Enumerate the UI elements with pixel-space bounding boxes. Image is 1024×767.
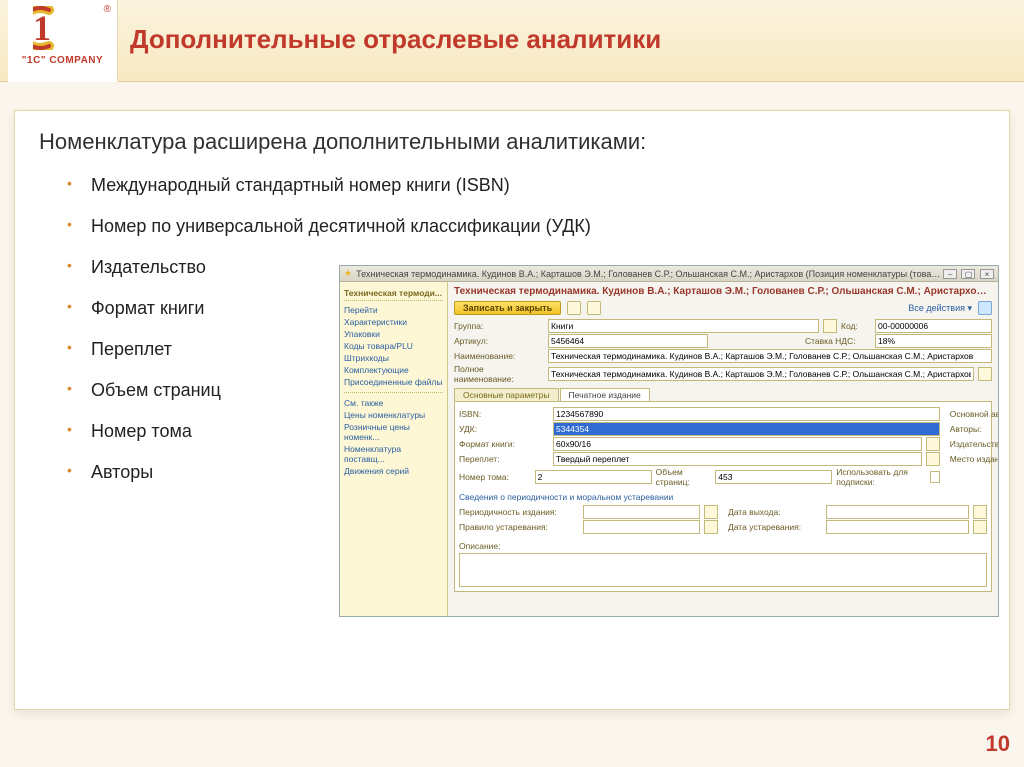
sidebar-item[interactable]: Комплектующие xyxy=(344,364,443,376)
picker-icon[interactable] xyxy=(704,520,718,534)
sidebar-item[interactable]: Номенклатура поставщ... xyxy=(344,443,443,465)
label-place: Место издания: xyxy=(950,454,998,464)
udk-field[interactable] xyxy=(553,422,940,436)
logo-caption: "1C" COMPANY xyxy=(8,55,117,66)
app-sidebar: Техническая термоди... Перейти Характери… xyxy=(340,282,448,616)
intro-text: Номенклатура расширена дополнительными а… xyxy=(39,129,985,155)
label-name: Наименование: xyxy=(454,351,544,361)
sidebar-item[interactable]: Движения серий xyxy=(344,465,443,477)
window-title: Техническая термодинамика. Кудинов В.А.;… xyxy=(356,269,941,279)
group-obsolescence: Сведения о периодичности и моральном уст… xyxy=(459,492,987,502)
tab-main-params[interactable]: Основные параметры xyxy=(454,388,559,401)
window-max-icon[interactable]: ▢ xyxy=(961,269,975,279)
window-close-icon[interactable]: × xyxy=(980,269,994,279)
obsdate-field[interactable] xyxy=(826,520,969,534)
label-author: Основной автор: xyxy=(950,409,998,419)
picker-icon[interactable] xyxy=(978,367,992,381)
calendar-icon[interactable] xyxy=(973,520,987,534)
window-titlebar[interactable]: ★ Техническая термодинамика. Кудинов В.А… xyxy=(340,266,998,282)
save-icon[interactable] xyxy=(567,301,581,315)
label-desc: Описание: xyxy=(459,541,549,551)
calendar-icon[interactable] xyxy=(973,505,987,519)
sidebar-item[interactable]: См. также xyxy=(344,397,443,409)
obsrule-field[interactable] xyxy=(583,520,700,534)
period-field[interactable] xyxy=(583,505,700,519)
picker-icon[interactable] xyxy=(926,437,940,451)
format-field[interactable] xyxy=(553,437,922,451)
pages-field[interactable] xyxy=(715,470,832,484)
bullet-item: Международный стандартный номер книги (I… xyxy=(91,165,985,206)
toolbar: Записать и закрыть Все действия ▾ xyxy=(454,301,992,315)
label-vat: Ставка НДС: xyxy=(805,336,871,346)
subscribe-checkbox[interactable] xyxy=(930,471,940,483)
registered-icon: ® xyxy=(104,4,111,15)
label-sub: Использовать для подписки: xyxy=(836,467,925,487)
slide-header: ® 1 "1C" COMPANY Дополнительные отраслев… xyxy=(0,0,1024,82)
vat-field[interactable] xyxy=(875,334,992,348)
label-obsrule: Правило устаревания: xyxy=(459,522,579,532)
tab-print-edition[interactable]: Печатное издание xyxy=(560,388,650,401)
picker-icon[interactable] xyxy=(704,505,718,519)
name-field[interactable] xyxy=(548,349,992,363)
releasedate-field[interactable] xyxy=(826,505,969,519)
sidebar-item[interactable]: Присоединенные файлы xyxy=(344,376,443,388)
tabs: Основные параметры Печатное издание xyxy=(454,388,992,401)
label-authors: Авторы: xyxy=(950,424,998,434)
label-period: Периодичность издания: xyxy=(459,507,579,517)
sidebar-head: Техническая термоди... xyxy=(344,286,443,301)
window-controls: ‒ ▢ × xyxy=(941,269,994,279)
bind-field[interactable] xyxy=(553,452,922,466)
sidebar-item[interactable]: Коды товара/PLU xyxy=(344,340,443,352)
label-fullname: Полное наименование: xyxy=(454,364,544,384)
page-number: 10 xyxy=(986,731,1010,757)
sidebar-item[interactable]: Перейти xyxy=(344,304,443,316)
label-volno: Номер тома: xyxy=(459,472,531,482)
label-bind: Переплет: xyxy=(459,454,549,464)
app-main: Техническая термодинамика. Кудинов В.А.;… xyxy=(448,282,998,616)
volno-field[interactable] xyxy=(535,470,652,484)
save-close-button[interactable]: Записать и закрыть xyxy=(454,301,561,315)
window-min-icon[interactable]: ‒ xyxy=(943,269,957,279)
sidebar-item[interactable]: Розничные цены номенк... xyxy=(344,421,443,443)
label-code: Код: xyxy=(841,321,871,331)
label-publisher: Издательство: xyxy=(950,439,998,449)
tab-body: ISBN: УДК: Формат книги: Переплет: Номер… xyxy=(454,401,992,592)
picker-icon[interactable] xyxy=(823,319,837,333)
label-releasedate: Дата выхода: xyxy=(728,507,822,517)
window-star-icon[interactable]: ★ xyxy=(344,268,352,279)
label-udk: УДК: xyxy=(459,424,549,434)
label-sku: Артикул: xyxy=(454,336,544,346)
label-obsdate: Дата устаревания: xyxy=(728,522,822,532)
label-format: Формат книги: xyxy=(459,439,549,449)
sidebar-item[interactable]: Характеристики xyxy=(344,316,443,328)
logo: ® 1 "1C" COMPANY xyxy=(8,0,118,82)
code-field[interactable] xyxy=(875,319,992,333)
bullet-item: Номер по универсальной десятичной класси… xyxy=(91,206,985,247)
description-area[interactable] xyxy=(459,553,987,587)
label-isbn: ISBN: xyxy=(459,409,549,419)
group-field[interactable] xyxy=(548,319,819,333)
sku-field[interactable] xyxy=(548,334,708,348)
label-group: Группа: xyxy=(454,321,544,331)
sidebar-item[interactable]: Упаковки xyxy=(344,328,443,340)
form-title: Техническая термодинамика. Кудинов В.А.;… xyxy=(454,286,992,297)
refresh-icon[interactable] xyxy=(587,301,601,315)
all-actions-menu[interactable]: Все действия ▾ xyxy=(908,303,972,314)
fullname-field[interactable] xyxy=(548,367,974,381)
isbn-field[interactable] xyxy=(553,407,940,421)
picker-icon[interactable] xyxy=(926,452,940,466)
content: Номенклатура расширена дополнительными а… xyxy=(14,110,1010,710)
sidebar-item[interactable]: Цены номенклатуры xyxy=(344,409,443,421)
app-window: ★ Техническая термодинамика. Кудинов В.А… xyxy=(339,265,999,617)
label-pages: Объем страниц: xyxy=(656,467,712,487)
sidebar-item[interactable]: Штрихкоды xyxy=(344,352,443,364)
help-icon[interactable] xyxy=(978,301,992,315)
slide-title: Дополнительные отраслевые аналитики xyxy=(130,24,661,55)
